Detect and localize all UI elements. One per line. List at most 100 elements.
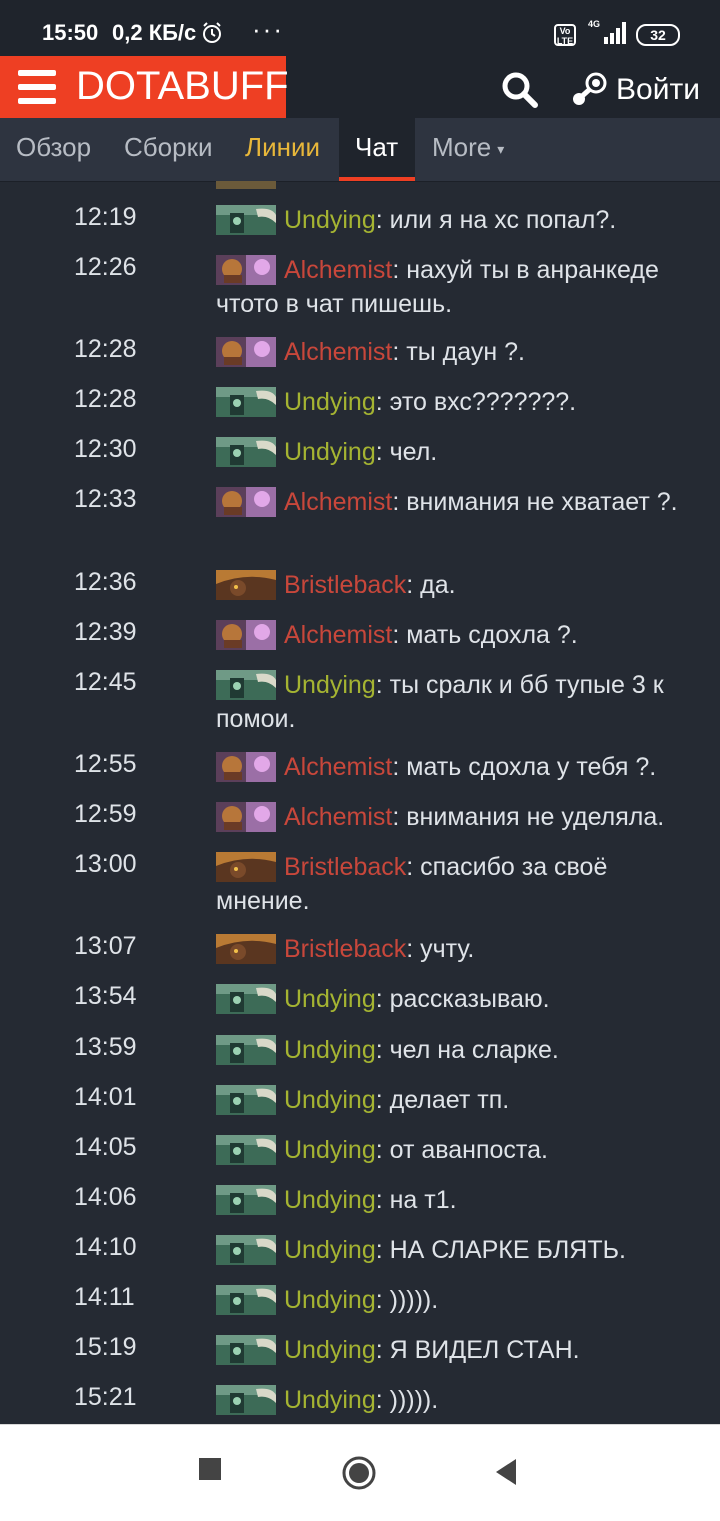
message-time: 12:28 (74, 335, 137, 363)
recent-apps-icon[interactable] (198, 1457, 222, 1481)
alchemist-avatar-icon (216, 752, 276, 782)
message-body: Undying: или я на хс попал?. (216, 203, 696, 237)
tab-overview[interactable]: Обзор (16, 118, 91, 181)
undying-avatar-icon (216, 1135, 276, 1165)
message-body: Undying: ))))). (216, 1283, 696, 1317)
message-text: : на т1. (375, 1186, 457, 1214)
message-time: 13:54 (74, 982, 137, 1010)
undying-avatar-icon (216, 437, 276, 467)
login-button[interactable]: Войти (570, 68, 700, 112)
hero-name-link[interactable]: Undying (284, 1086, 376, 1114)
message-time: 12:26 (74, 253, 137, 281)
hero-name-link[interactable]: Alchemist (284, 338, 392, 366)
hero-name-link[interactable]: Undying (284, 206, 376, 234)
undying-avatar-icon (216, 1285, 276, 1315)
hero-name-link[interactable]: Undying (284, 388, 376, 416)
message-body: Undying: делает тп. (216, 1083, 696, 1117)
hero-name-link[interactable]: Alchemist (284, 803, 392, 831)
hero-name-link[interactable]: Alchemist (284, 488, 392, 516)
status-time: 15:50 (42, 20, 99, 45)
message-body: Undying: чел. (216, 435, 696, 469)
status-bar: 15:50 0,2 КБ/с ··· Vo LTE 4G 32 (0, 0, 720, 58)
hero-name-link[interactable]: Alchemist (284, 256, 392, 284)
message-text: : это вхс???????. (375, 388, 577, 416)
undying-avatar-icon (216, 387, 276, 417)
message-text: : НА СЛАРКЕ БЛЯТЬ. (375, 1236, 626, 1264)
chevron-down-icon: ▾ (497, 141, 505, 158)
message-body: Alchemist: мать сдохла у тебя ?. (216, 750, 696, 784)
alchemist-avatar-icon (216, 337, 276, 367)
hero-name-link[interactable]: Alchemist (284, 753, 392, 781)
undying-avatar-icon (216, 1235, 276, 1265)
hero-name-link[interactable]: Bristleback (284, 571, 406, 599)
message-body: Bristleback: да. (216, 568, 696, 602)
message-time: 15:19 (74, 1333, 137, 1361)
hero-name-link[interactable]: Undying (284, 1186, 376, 1214)
message-body: Alchemist: мать сдохла ?. (216, 618, 696, 652)
hero-name-link[interactable]: Undying (284, 985, 376, 1013)
message-text: : чел на сларке. (375, 1036, 559, 1064)
hero-name-link[interactable]: Undying (284, 1336, 376, 1364)
undying-avatar-icon (216, 1335, 276, 1365)
hero-name-link[interactable]: Bristleback (284, 935, 406, 963)
hero-name-link[interactable]: Undying (284, 1236, 376, 1264)
hero-name-link[interactable]: Undying (284, 1136, 376, 1164)
system-nav-bar (0, 1424, 720, 1521)
hero-name-link[interactable]: Bristleback (284, 853, 406, 881)
undying-avatar-icon (216, 670, 276, 700)
message-text: : мать сдохла у тебя ?. (392, 753, 657, 781)
alchemist-avatar-icon (216, 620, 276, 650)
hero-name-link[interactable]: Undying (284, 1286, 376, 1314)
message-body: Undying: чел на сларке. (216, 1033, 696, 1067)
undying-avatar-icon (216, 984, 276, 1014)
message-text: : или я на хс попал?. (375, 206, 617, 234)
tab-lanes[interactable]: Линии (245, 118, 320, 181)
message-text: : Я ВИДЕЛ СТАН. (375, 1336, 580, 1364)
tab-more[interactable]: More ▾ (432, 118, 504, 181)
tab-builds[interactable]: Сборки (124, 118, 213, 181)
home-icon[interactable] (341, 1455, 377, 1491)
tab-more-label: More (432, 132, 492, 162)
chat-log: 12:19 Undying: или я на хс попал?. 12:26 Al… (0, 181, 720, 1424)
message-time: 12:55 (74, 750, 137, 778)
login-label: Войти (616, 73, 700, 106)
hero-name-link[interactable]: Undying (284, 1386, 376, 1414)
message-text: : учту. (406, 935, 475, 963)
bristleback-avatar-icon (216, 852, 276, 882)
volte-icon: Vo LTE (554, 24, 576, 46)
message-time: 12:33 (74, 485, 137, 513)
hero-name-link[interactable]: Undying (284, 1036, 376, 1064)
bristleback-avatar-icon (216, 570, 276, 600)
alchemist-avatar-icon (216, 255, 276, 285)
message-body: Alchemist: внимания не уделяла. (216, 800, 696, 834)
message-text: : чел. (375, 438, 438, 466)
undying-avatar-icon (216, 205, 276, 235)
message-text: : от аванпоста. (375, 1136, 548, 1164)
message-body: Undying: ))))). (216, 1383, 696, 1417)
search-icon[interactable] (500, 70, 540, 110)
message-text: : внимания не уделяла. (392, 803, 665, 831)
message-text: : делает тп. (375, 1086, 510, 1114)
message-body: Undying: это вхс???????. (216, 385, 696, 419)
alchemist-avatar-icon (216, 802, 276, 832)
alchemist-avatar-icon (216, 487, 276, 517)
tab-chat[interactable]: Чат (339, 118, 415, 181)
battery-icon: 32 (636, 24, 680, 46)
message-body: Undying: рассказываю. (216, 982, 696, 1016)
message-time: 12:28 (74, 385, 137, 413)
undying-avatar-icon (216, 1185, 276, 1215)
hero-name-link[interactable]: Undying (284, 671, 376, 699)
hero-name-link[interactable]: Alchemist (284, 621, 392, 649)
back-icon[interactable] (494, 1458, 518, 1486)
message-body: Alchemist: ты даун ?. (216, 335, 696, 369)
message-body: Undying: ты сралк и бб тупые 3 к помои. (216, 668, 696, 736)
alarm-clock-icon (203, 22, 221, 43)
message-body: Undying: от аванпоста. (216, 1133, 696, 1167)
message-time: 13:07 (74, 932, 137, 960)
hamburger-menu-icon[interactable] (18, 70, 56, 104)
message-text: : да. (406, 571, 456, 599)
message-time: 14:05 (74, 1133, 137, 1161)
dotabuff-logo[interactable]: DOTABUFF (0, 56, 289, 120)
hero-name-link[interactable]: Undying (284, 438, 376, 466)
bristleback-avatar-icon (216, 934, 276, 964)
